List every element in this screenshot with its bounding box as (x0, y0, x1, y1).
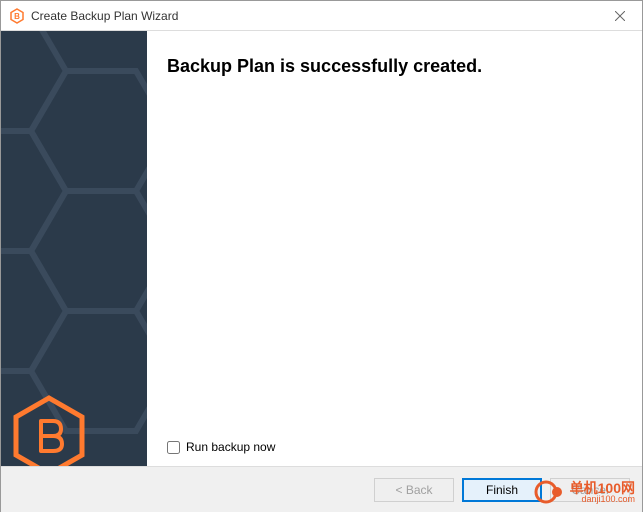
close-icon (615, 11, 625, 21)
finish-button[interactable]: Finish (462, 478, 542, 502)
run-backup-now-checkbox[interactable] (167, 441, 180, 454)
content-area: Backup Plan is successfully created. Run… (147, 31, 642, 466)
run-backup-now-option[interactable]: Run backup now (167, 440, 275, 454)
footer: < Back Finish Cancel (1, 466, 642, 512)
svg-text:B: B (14, 12, 20, 21)
sidebar (1, 31, 147, 466)
close-button[interactable] (597, 1, 642, 31)
window-title: Create Backup Plan Wizard (31, 9, 178, 23)
cancel-button: Cancel (550, 478, 630, 502)
app-icon: B (9, 8, 25, 24)
page-heading: Backup Plan is successfully created. (167, 56, 622, 77)
titlebar: B Create Backup Plan Wizard (1, 1, 642, 31)
back-button: < Back (374, 478, 454, 502)
body-area: Backup Plan is successfully created. Run… (1, 31, 642, 466)
run-backup-now-label: Run backup now (186, 440, 275, 454)
